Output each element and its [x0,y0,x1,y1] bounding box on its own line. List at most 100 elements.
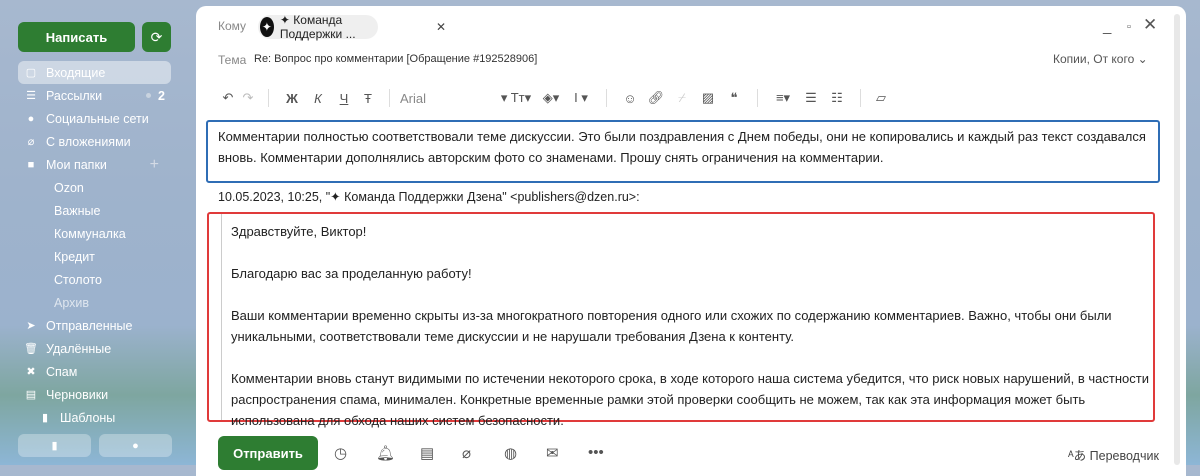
folder-label: С вложениями [46,134,131,149]
attach-icon[interactable]: ⌀ [462,444,471,462]
format-toolbar: ↶ ↷ Ж К Ч Ŧ Arial ▾ Tт▾ ◈▾ I ▾ ☺ 🔗︎ ⌿ ▨ … [218,89,891,107]
compose-button[interactable]: Написать [18,22,135,52]
folder-list: ▢ Входящие ☰ Рассылки 2 ● Социальные сети ⌀ С вл… [18,61,171,429]
folder-4[interactable]: ■ Мои папки + [18,153,171,176]
redo-icon[interactable]: ↷ [238,90,258,106]
folder-icon: ■ [27,158,35,171]
folder-12[interactable]: 🗑 Удалённые [18,337,171,360]
folder-13[interactable]: ✖ Спам [18,360,171,383]
quoted-message[interactable]: Здравствуйте, Виктор! Благодарю вас за п… [207,212,1155,428]
minimize-button[interactable]: _ [1103,18,1111,35]
to-label: Кому [218,19,247,33]
translator-button[interactable]: ᴬあ Переводчик [1068,445,1159,464]
folder-label: Отправленные [46,318,133,333]
refresh-icon: ⟳ [150,28,163,45]
subject-input[interactable]: Re: Вопрос про комментарии [Обращение #1… [254,53,537,65]
quote-header: 10.05.2023, 10:25, "✦ Команда Поддержки … [218,190,640,204]
refresh-button[interactable]: ⟳ [142,22,171,52]
bullet-list-icon[interactable]: ☰ [798,90,824,106]
inbox-icon: ▢ [25,67,37,79]
quote-paragraph: Ваши комментарии временно скрыты из-за м… [231,308,1112,344]
folder-label: Шаблоны [60,410,116,425]
unread-count: 2 [158,88,165,103]
recipient-chip[interactable]: ✦ ✦ Команда Поддержки ... ✕ [258,13,446,41]
folder-label: Столото [54,272,102,287]
folder-2[interactable]: ● Социальные сети [18,107,171,130]
disk-attach-icon[interactable]: ◍ [504,444,517,462]
sidebar: Написать ⟳ ▢ Входящие ☰ Рассылки 2 ● Социальны… [0,0,196,465]
avatar: ✦ [260,17,274,37]
unlink-icon[interactable]: ⌿ [669,90,695,106]
remove-recipient-icon[interactable]: ✕ [436,20,446,34]
recipient-name: ✦ Команда Поддержки ... [279,13,356,41]
undo-icon[interactable]: ↶ [218,90,238,106]
message-body[interactable]: Комментарии полностью соответствовали те… [206,120,1160,183]
font-select[interactable]: Arial [400,91,496,106]
folder-1[interactable]: ☰ Рассылки 2 [18,84,171,107]
folder-label: Важные [54,203,101,218]
newsletter-icon: ☰ [26,90,36,102]
draft-icon: ▤ [25,389,37,401]
folder-15[interactable]: ▮ Шаблоны [18,406,171,429]
folder-6[interactable]: Важные [18,199,171,222]
paperclip-icon: ⌀ [27,136,35,148]
align-icon[interactable]: ≡▾ [768,90,798,106]
chat-icon: ● [27,112,35,125]
clear-format-icon[interactable]: ▱ [871,90,891,106]
template-icon: ▮ [41,412,49,424]
strikethrough-icon[interactable]: Ŧ [357,91,379,106]
folder-0[interactable]: ▢ Входящие [18,61,171,84]
font-size-icon[interactable]: ▾ Tт▾ [496,90,536,106]
folder-label: Мои папки [46,157,107,172]
quote-paragraph: Здравствуйте, Виктор! [231,224,367,239]
folder-14[interactable]: ▤ Черновики [18,383,171,406]
text-color-icon[interactable]: I ▾ [566,90,596,106]
folder-label: Удалённые [46,341,112,356]
folder-label: Архив [54,295,90,310]
subject-label: Тема [218,53,247,67]
bold-icon[interactable]: Ж [279,91,305,106]
quote-paragraph: Комментарии вновь станут видимыми по ист… [231,371,1149,428]
numbered-list-icon[interactable]: ☷ [824,90,850,106]
folder-label: Рассылки [46,88,103,103]
translate-icon: ᴬあ [1068,449,1087,463]
template-icon[interactable]: ▤ [420,444,434,462]
folder-8[interactable]: Кредит [18,245,171,268]
unread-dot [146,93,151,98]
bookmark-button[interactable]: ▮ [18,434,91,457]
bookmark-icon: ▮ [51,440,58,452]
folder-label: Ozon [54,180,84,195]
folder-3[interactable]: ⌀ С вложениями [18,130,171,153]
emoji-icon[interactable]: ☺ [617,91,643,106]
folder-label: Входящие [46,65,106,80]
folder-5[interactable]: Ozon [18,176,171,199]
reminder-icon[interactable]: 🔔︎ [376,444,395,462]
quote-icon[interactable]: ❝ [721,90,747,106]
image-icon[interactable]: ▨ [695,90,721,106]
italic-icon[interactable]: К [305,91,331,106]
status-button[interactable]: ● [99,434,172,457]
schedule-icon[interactable]: ◷ [334,444,347,462]
close-button[interactable]: ✕ [1143,15,1157,35]
send-icon: ➤ [26,320,36,332]
quote-paragraph: Благодарю вас за проделанную работу! [231,266,472,281]
maximize-button[interactable]: ▫ [1127,21,1131,33]
folder-label: Кредит [54,249,95,264]
spam-icon: ✖ [26,366,36,378]
folder-10[interactable]: Архив [18,291,171,314]
more-icon[interactable]: ••• [588,444,604,461]
link-icon[interactable]: 🔗︎ [643,90,669,106]
trash-icon: 🗑 [24,343,38,355]
add-folder-icon[interactable]: + [150,156,159,174]
dot-icon: ● [132,439,139,452]
folder-label: Социальные сети [46,111,149,126]
folder-7[interactable]: Коммуналка [18,222,171,245]
fill-color-icon[interactable]: ◈▾ [536,90,566,106]
underline-icon[interactable]: Ч [331,91,357,106]
scrollbar[interactable] [1174,14,1180,465]
folder-11[interactable]: ➤ Отправленные [18,314,171,337]
folder-9[interactable]: Столото [18,268,171,291]
envelope-icon[interactable]: ✉ [546,444,559,462]
folder-label: Коммуналка [54,226,126,241]
copies-toggle[interactable]: Копии, От кого ⌄ [1053,52,1148,66]
